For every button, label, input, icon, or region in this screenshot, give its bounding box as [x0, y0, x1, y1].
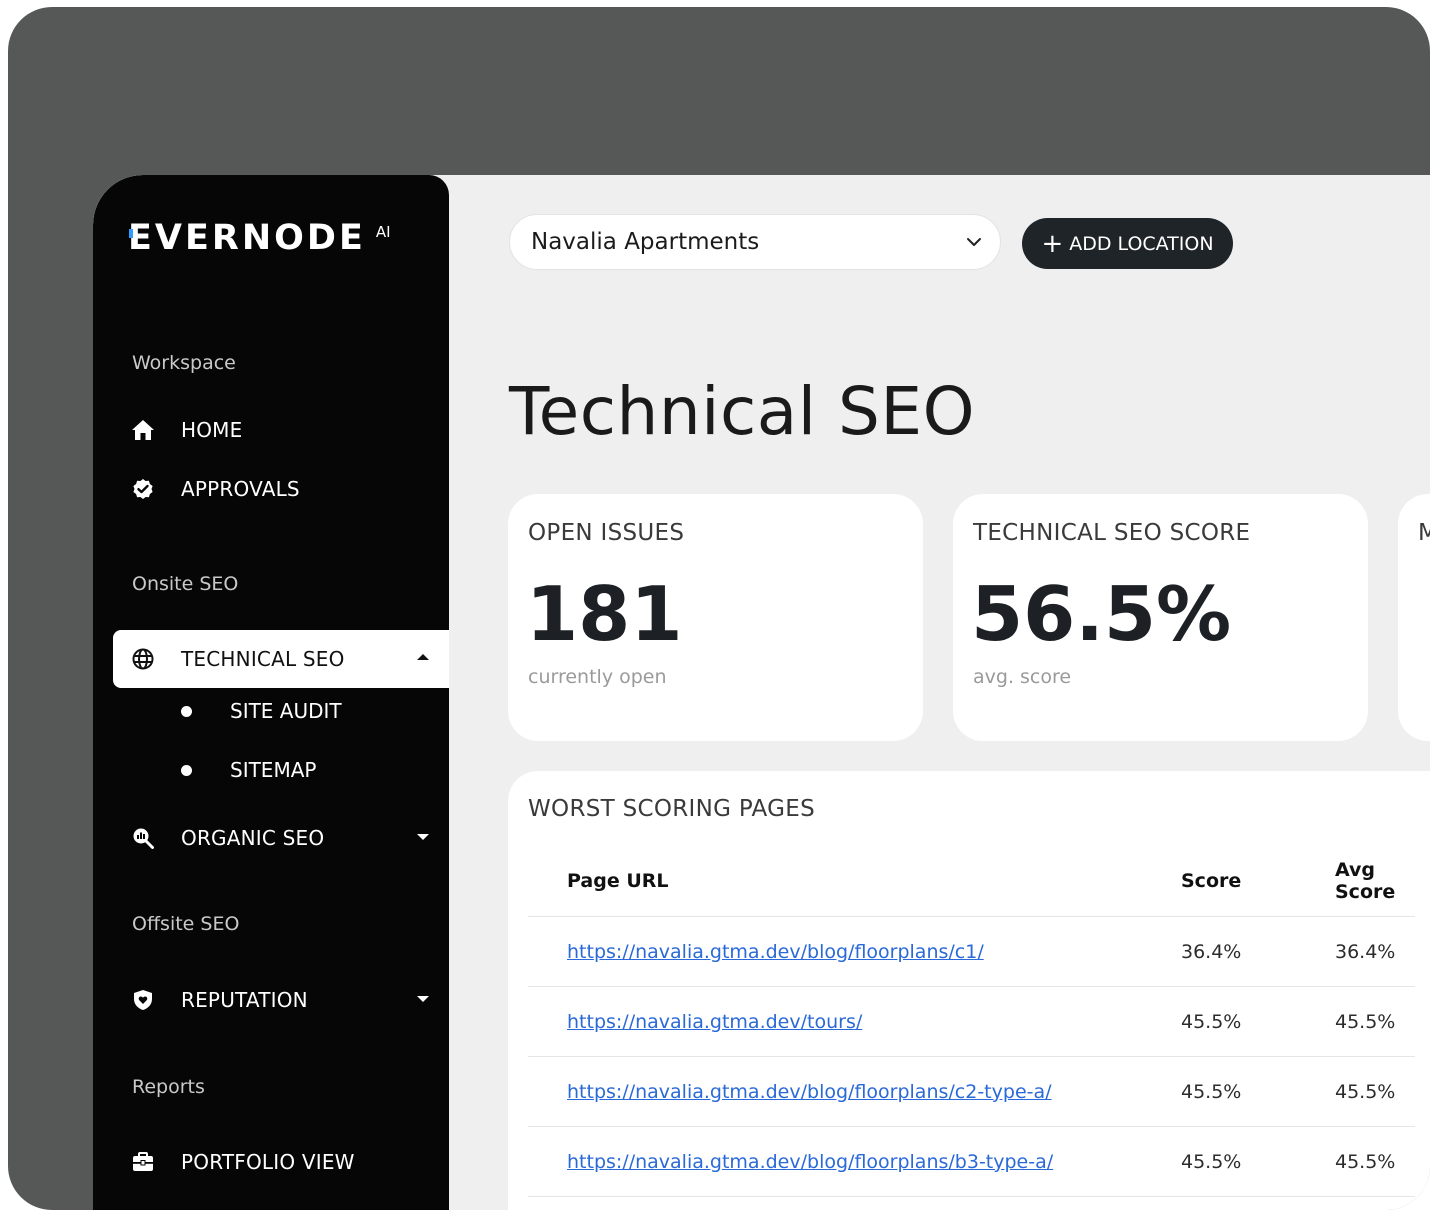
cell-url: https://navalia.gtma.dev/tours/ — [528, 986, 1181, 1057]
page-url-link[interactable]: https://navalia.gtma.dev/blog/floorplans… — [567, 941, 984, 963]
sidebar-subitem-label: SITEMAP — [230, 758, 317, 782]
worst-scoring-pages-card: WORST SCORING PAGES Page URL Score Avg S… — [508, 771, 1430, 1210]
sidebar-item-approvals[interactable]: APPROVALS — [113, 460, 449, 518]
kpi-card-open-issues: OPEN ISSUES 181 currently open — [508, 494, 923, 741]
page-url-link[interactable]: https://navalia.gtma.dev/tours/ — [567, 1011, 862, 1033]
sidebar-item-label: REPUTATION — [181, 988, 308, 1012]
sidebar-item-label: TECHNICAL SEO — [181, 647, 345, 671]
kpi-subtitle: currently open — [528, 666, 667, 688]
brand-accent-mark — [129, 229, 133, 238]
add-location-label: ADD LOCATION — [1069, 232, 1214, 255]
search-chart-icon — [131, 826, 155, 850]
sidebar-item-home[interactable]: HOME — [113, 401, 449, 459]
kpi-card-partial: M — [1398, 494, 1430, 741]
kpi-value: 181 — [526, 570, 683, 658]
home-icon — [131, 418, 155, 442]
column-header-avg-score[interactable]: Avg Score — [1335, 846, 1415, 917]
sidebar-item-reputation[interactable]: REPUTATION — [113, 971, 449, 1029]
kpi-card-technical-seo-score: TECHNICAL SEO SCORE 56.5% avg. score — [953, 494, 1368, 741]
bullet-icon — [181, 705, 192, 717]
section-label-offsite-seo: Offsite SEO — [132, 913, 240, 935]
column-header-score[interactable]: Score — [1181, 846, 1335, 917]
column-header-page-url[interactable]: Page URL — [528, 846, 1181, 917]
cell-avg-score: 45.5% — [1335, 986, 1415, 1057]
chevron-down-icon — [965, 229, 983, 260]
page-url-link[interactable]: https://navalia.gtma.dev/blog/floorplans… — [567, 1151, 1053, 1173]
cell-score: 45.5% — [1181, 986, 1335, 1057]
location-select[interactable]: Navalia Apartments — [509, 214, 1001, 270]
chevron-up-icon[interactable] — [417, 654, 429, 660]
device-frame: EVERNODE AI Workspace HOME APPROVALS Ons… — [8, 7, 1430, 1210]
table-row: https://navalia.gtma.dev/blog/floorplans… — [528, 916, 1415, 987]
sidebar-item-label: PORTFOLIO VIEW — [181, 1150, 355, 1174]
cell-score: 45.5% — [1181, 1056, 1335, 1127]
cell-score: 45.5% — [1181, 1126, 1335, 1197]
page-url-link[interactable]: https://navalia.gtma.dev/blog/floorplans… — [567, 1081, 1052, 1103]
app-window: EVERNODE AI Workspace HOME APPROVALS Ons… — [93, 175, 1430, 1210]
section-label-onsite-seo: Onsite SEO — [132, 573, 239, 595]
table-header-row: Page URL Score Avg Score — [528, 846, 1415, 917]
page-title: Technical SEO — [509, 373, 976, 450]
brand-name-text: EVERNODE — [128, 218, 366, 258]
brand-suffix: AI — [375, 223, 391, 241]
brand-name: EVERNODE — [128, 215, 366, 261]
location-select-value: Navalia Apartments — [531, 229, 760, 255]
sidebar-item-label: HOME — [181, 418, 243, 442]
sidebar-item-technical-seo[interactable]: TECHNICAL SEO — [113, 630, 449, 688]
sidebar-item-label: APPROVALS — [181, 477, 300, 501]
sidebar-item-label: ORGANIC SEO — [181, 826, 325, 850]
cell-avg-score: 45.5% — [1335, 1126, 1415, 1197]
table-row: https://navalia.gtma.dev/blog/floorplans… — [528, 1056, 1415, 1127]
sidebar-item-portfolio-view[interactable]: PORTFOLIO VIEW — [113, 1133, 449, 1191]
section-label-reports: Reports — [132, 1076, 205, 1098]
kpi-subtitle: avg. score — [973, 666, 1072, 688]
section-label-workspace: Workspace — [132, 352, 236, 374]
sidebar-item-organic-seo[interactable]: ORGANIC SEO — [113, 809, 449, 867]
cell-url: https://navalia.gtma.dev/blog/floorplans… — [528, 1126, 1181, 1197]
sidebar: EVERNODE AI Workspace HOME APPROVALS Ons… — [93, 175, 449, 1210]
plus-icon: + — [1041, 228, 1064, 259]
kpi-value: 56.5% — [971, 570, 1232, 658]
chevron-down-icon[interactable] — [417, 996, 429, 1002]
kpi-title: M — [1418, 520, 1430, 546]
cell-url: https://navalia.gtma.dev/blog/floorplans… — [528, 1056, 1181, 1127]
check-badge-icon — [131, 477, 155, 501]
table-title: WORST SCORING PAGES — [528, 796, 816, 822]
add-location-button[interactable]: + ADD LOCATION — [1022, 218, 1233, 269]
sidebar-subitem-label: SITE AUDIT — [230, 699, 342, 723]
sidebar-subitem-sitemap[interactable]: SITEMAP — [181, 758, 316, 782]
cell-url: https://navalia.gtma.dev/blog/floorplans… — [528, 916, 1181, 987]
table-row: https://navalia.gtma.dev/blog/floorplans… — [528, 1126, 1415, 1197]
main-content: Navalia Apartments + ADD LOCATION Techni… — [449, 175, 1430, 1210]
bullet-icon — [181, 764, 192, 776]
worst-pages-table: Page URL Score Avg Score https://navalia… — [528, 846, 1415, 1197]
cell-avg-score: 36.4% — [1335, 916, 1415, 987]
briefcase-icon — [131, 1150, 155, 1174]
cell-avg-score: 45.5% — [1335, 1056, 1415, 1127]
cell-score: 36.4% — [1181, 916, 1335, 987]
chevron-down-icon[interactable] — [417, 834, 429, 840]
table-row: https://navalia.gtma.dev/tours/ 45.5% 45… — [528, 986, 1415, 1057]
shield-heart-icon — [131, 988, 155, 1012]
brand-logo[interactable]: EVERNODE AI — [128, 215, 391, 261]
globe-icon — [131, 647, 155, 671]
sidebar-subitem-site-audit[interactable]: SITE AUDIT — [181, 699, 342, 723]
kpi-title: OPEN ISSUES — [528, 520, 685, 546]
kpi-title: TECHNICAL SEO SCORE — [973, 520, 1251, 546]
